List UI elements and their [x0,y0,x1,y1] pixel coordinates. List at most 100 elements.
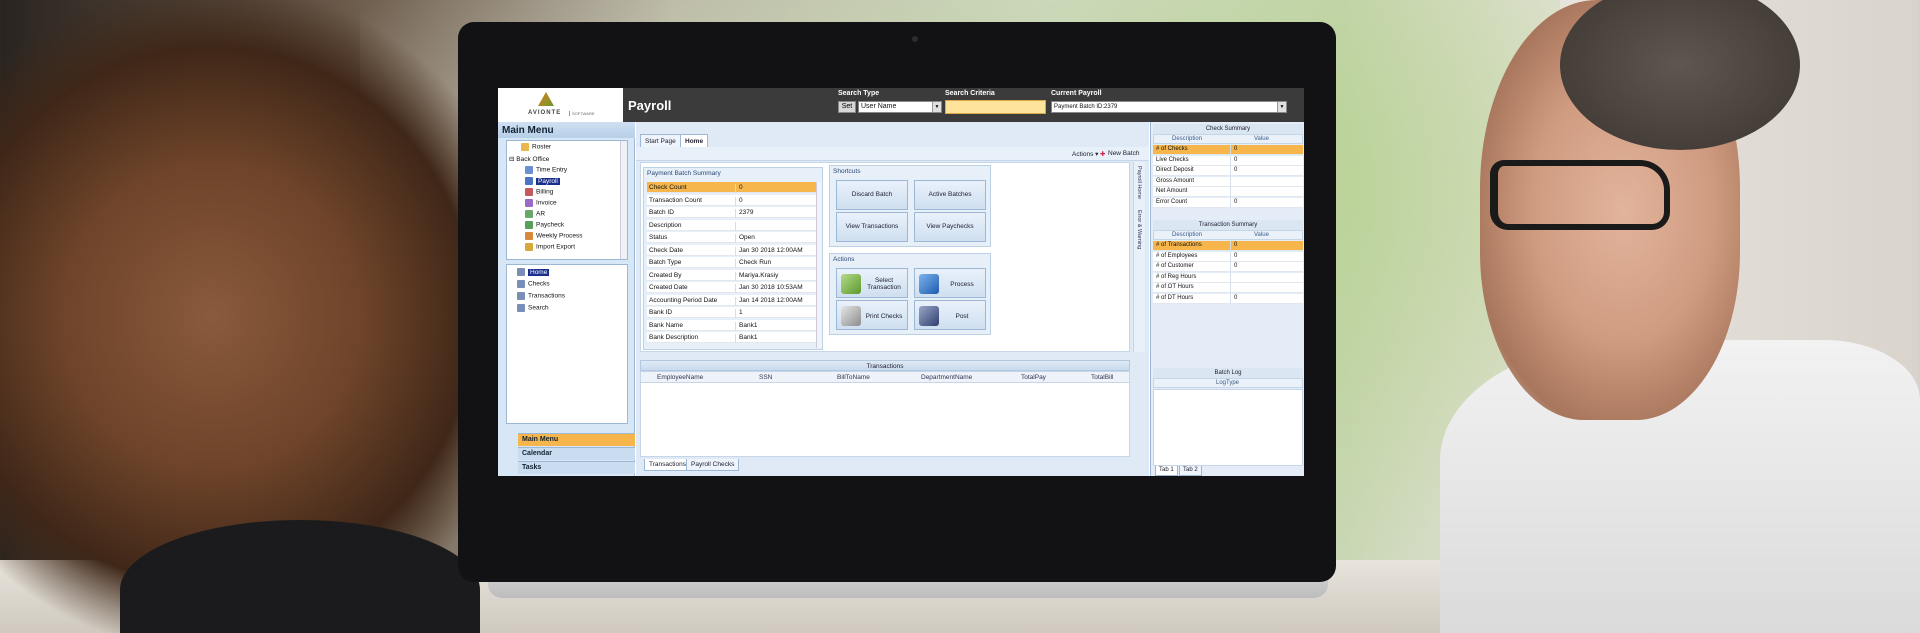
invoice-icon [525,199,533,207]
tree-item-ar[interactable]: AR [525,210,545,218]
transactions-grid-header: EmployeeName SSN BillToName DepartmentNa… [640,371,1130,383]
row-description: # of DT Hours [1156,294,1194,301]
transaction-summary-title: Transaction Summary [1153,220,1303,230]
post-button[interactable]: Post [914,300,986,330]
vtab-payroll-home[interactable]: Payroll Home [1136,166,1142,199]
process-icon [525,232,533,240]
tab-start-page[interactable]: Start Page [640,134,681,147]
chevron-down-icon[interactable]: ▼ [1277,102,1286,112]
summary-row[interactable]: # of Employees 0 [1153,251,1303,262]
summary-row[interactable]: Live Checks 0 [1153,155,1303,166]
summary-row[interactable]: Status Open [647,232,817,243]
select-transaction-button[interactable]: Select Transaction [836,268,908,298]
row-description: # of OT Hours [1156,284,1194,290]
col-bill-to-name[interactable]: BillToName [837,374,870,381]
tree-item-time-entry[interactable]: Time Entry [525,166,567,174]
summary-row[interactable]: Bank ID 1 [647,307,817,318]
summary-row[interactable]: Direct Deposit 0 [1153,166,1303,176]
transactions-icon [517,292,525,300]
subnav-item-checks[interactable]: Checks [517,280,550,288]
summary-row[interactable]: Gross Amount [1153,176,1303,187]
batch-log-body[interactable] [1153,389,1303,466]
row-value: 0 [1230,251,1237,261]
col-ssn[interactable]: SSN [759,374,772,381]
subnav-item-search[interactable]: Search [517,304,549,312]
summary-value: Bank1 [735,334,757,343]
tree-item-invoice[interactable]: Invoice [525,199,557,207]
summary-key: Transaction Count [649,196,702,204]
view-paychecks-button[interactable]: View Paychecks [914,212,986,242]
summary-row[interactable]: # of DT Hours 0 [1153,293,1303,304]
summary-row[interactable]: Description [647,219,817,231]
set-button[interactable]: Set [838,101,856,113]
chevron-down-icon[interactable]: ▼ [932,102,941,112]
current-payroll-select[interactable]: Payment Batch ID:2379 ▼ [1051,101,1287,113]
subnav-item-transactions[interactable]: Transactions [517,292,565,300]
col-employee-name[interactable]: EmployeeName [657,374,703,381]
summary-row[interactable]: # of OT Hours [1153,283,1303,293]
row-value [1230,283,1234,292]
summary-row[interactable]: Bank Name Bank1 [647,319,817,331]
summary-row[interactable]: Error Count 0 [1153,197,1303,208]
col-total-pay[interactable]: TotalPay [1021,374,1046,381]
row-description: Direct Deposit [1156,167,1194,173]
active-batches-button[interactable]: Active Batches [914,180,986,210]
search-criteria-input[interactable] [945,100,1046,114]
print-checks-button[interactable]: Print Checks [836,300,908,330]
col-department-name[interactable]: DepartmentName [921,374,972,381]
summary-row[interactable]: Net Amount [1153,187,1303,197]
actions-menu[interactable]: Actions ▾ [1072,150,1098,158]
discard-batch-button[interactable]: Discard Batch [836,180,908,210]
tab-1[interactable]: Tab 1 [1155,466,1178,476]
view-transactions-button[interactable]: View Transactions [836,212,908,242]
page-title: Payroll [628,98,672,113]
nav-tab-tasks[interactable]: Tasks [518,461,635,474]
summary-row[interactable]: Transaction Count 0 [647,194,817,206]
nav-tab-main-menu[interactable]: Main Menu [518,433,635,446]
subnav-item-home[interactable]: Home [517,268,550,276]
new-batch-button[interactable]: New Batch [1108,150,1139,157]
tree-item-payroll[interactable]: Payroll [525,177,560,185]
tab-transactions[interactable]: Transactions [644,459,691,471]
transaction-summary-header: Description Value [1153,230,1303,240]
batch-log-title: Batch Log [1153,368,1303,378]
summary-row[interactable]: Batch ID 2379 [647,207,817,218]
summary-row[interactable]: Accounting Period Date Jan 14 2018 12:00A… [647,294,817,306]
summary-row[interactable]: # of Reg Hours [1153,272,1303,283]
summary-row[interactable]: Created Date Jan 30 2018 10:53AM [647,282,817,293]
shortcuts-title: Shortcuts [833,168,861,175]
main-menu-title: Main Menu [498,122,635,138]
search-criteria-label: Search Criteria [945,90,995,97]
tree-item-import-export[interactable]: Import Export [525,243,575,251]
tree-item-paycheck[interactable]: Paycheck [525,221,564,229]
vtab-error-warning[interactable]: Error & Warning [1136,210,1142,249]
summary-row[interactable]: # of Checks 0 [1153,145,1303,155]
tree-item-back-office[interactable]: ⊟ Back Office [509,155,549,163]
transactions-grid-title: Transactions [640,360,1130,371]
summary-row[interactable]: # of Transactions 0 [1153,241,1303,251]
transactions-grid-body[interactable] [640,383,1130,457]
tree-scrollbar[interactable] [620,141,627,259]
process-button[interactable]: Process [914,268,986,298]
summary-scrollbar[interactable] [816,182,822,348]
new-batch-icon[interactable]: ✚ [1100,150,1105,158]
tree-item-weekly-process[interactable]: Weekly Process [525,232,582,240]
payroll-subnav: Home Checks Transactions Search [506,264,628,424]
summary-row[interactable]: Check Count 0 [647,182,817,193]
row-description: Error Count [1156,198,1188,205]
row-description: # of Customer [1156,263,1194,269]
summary-row[interactable]: Created By Mariya.Krasiy [647,269,817,281]
search-type-value: User Name [861,103,897,110]
tree-item-roster[interactable]: Roster [521,143,551,151]
tab-2[interactable]: Tab 2 [1179,466,1202,476]
tree-item-billing[interactable]: Billing [525,188,553,196]
summary-row[interactable]: Check Date Jan 30 2018 12:00AM [647,244,817,256]
col-total-bill[interactable]: TotalBill [1091,374,1113,381]
summary-row[interactable]: Bank Description Bank1 [647,332,817,343]
tab-home[interactable]: Home [680,134,709,147]
tab-payroll-checks[interactable]: Payroll Checks [686,459,740,471]
summary-row[interactable]: Batch Type Check Run [647,257,817,268]
search-type-select[interactable]: User Name ▼ [858,101,942,113]
nav-tab-calendar[interactable]: Calendar [518,447,635,460]
summary-row[interactable]: # of Customer 0 [1153,262,1303,272]
